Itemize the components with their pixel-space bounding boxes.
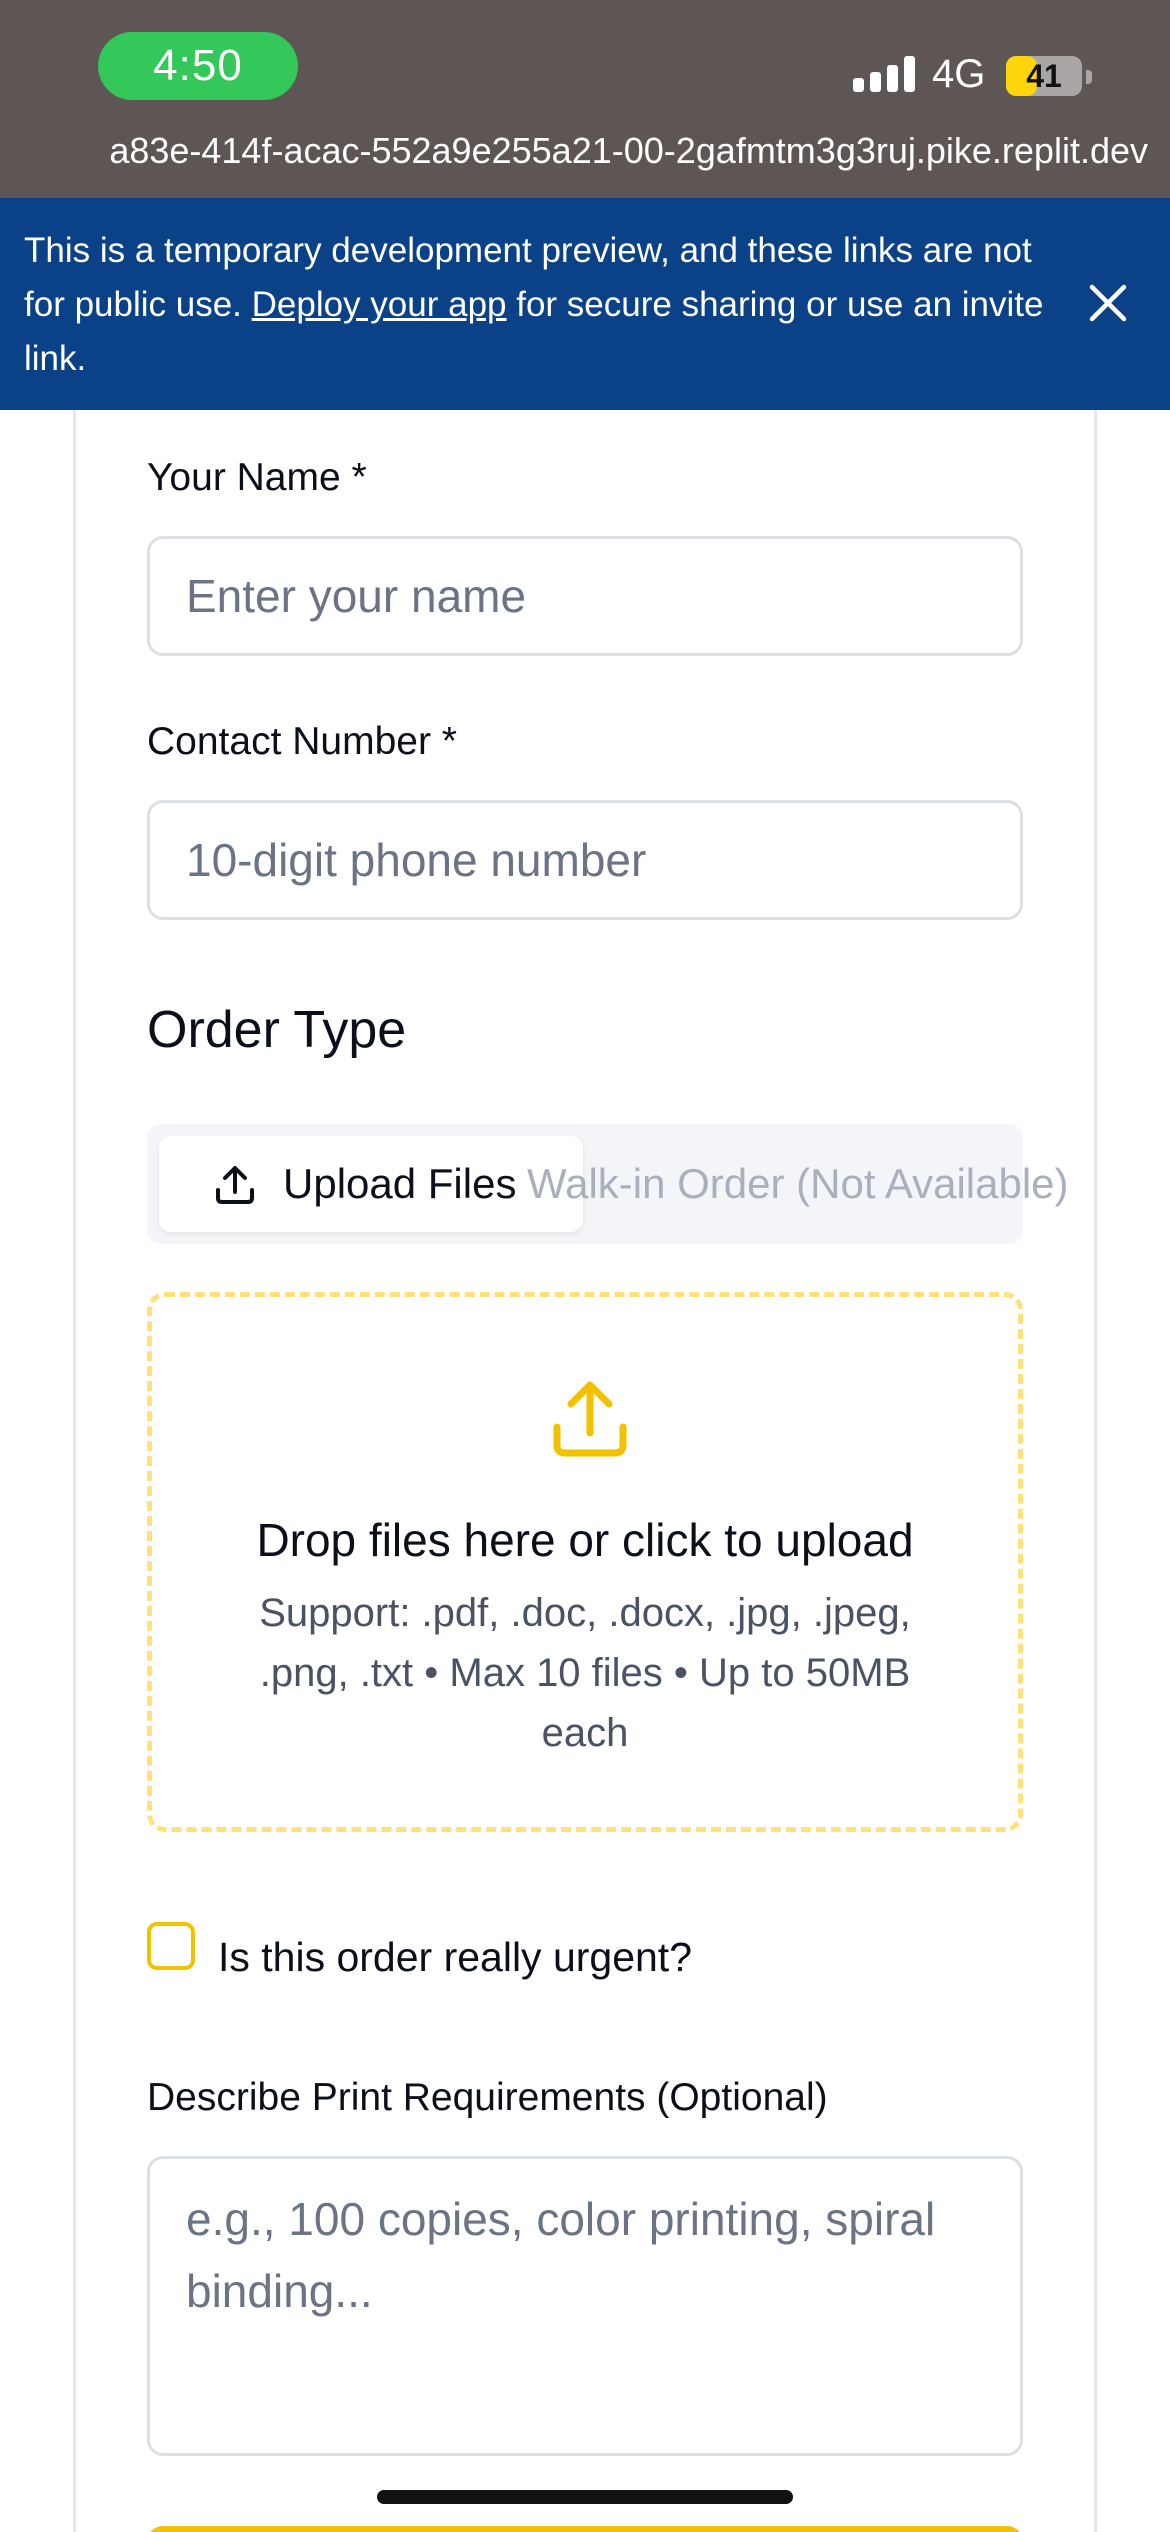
signal-icon	[853, 56, 915, 92]
order-type-tabs: Upload Files Walk-in Order (Not Availabl…	[147, 1124, 1069, 1244]
file-dropzone[interactable]: Drop files here or click to upload Suppo…	[147, 1292, 1023, 1832]
home-indicator	[377, 2490, 793, 2504]
dropzone-title: Drop files here or click to upload	[256, 1514, 914, 1566]
dev-preview-banner: This is a temporary development preview,…	[0, 198, 1170, 410]
status-time: 4:50	[98, 32, 298, 100]
name-label: Your Name *	[147, 456, 367, 499]
contact-label: Contact Number *	[147, 720, 457, 763]
order-type-heading: Order Type	[147, 1001, 407, 1059]
urgent-label[interactable]: Is this order really urgent?	[218, 1934, 692, 1981]
upload-icon	[553, 1381, 627, 1457]
submit-button[interactable]	[147, 2526, 1023, 2532]
requirements-label: Describe Print Requirements (Optional)	[147, 2076, 828, 2119]
requirements-textarea[interactable]	[147, 2156, 1023, 2456]
battery-cap	[1086, 70, 1092, 84]
tab-upload-label: Upload Files	[283, 1160, 517, 1207]
deploy-app-link[interactable]: Deploy your app	[252, 285, 507, 324]
tab-upload-files[interactable]: Upload Files	[159, 1136, 583, 1232]
urgent-checkbox[interactable]	[147, 1922, 195, 1970]
battery-level: 41	[1026, 57, 1062, 94]
tab-walk-in-order: Walk-in Order (Not Available)	[527, 1160, 1069, 1207]
browser-chrome: 4:50 4G 41 a83e-414f-acac-552a9e255a21-0…	[0, 0, 1170, 198]
network-type: 4G	[932, 52, 986, 96]
upload-icon	[216, 1166, 254, 1204]
address-bar[interactable]: a83e-414f-acac-552a9e255a21-00-2gafmtm3g…	[0, 130, 1170, 172]
contact-number-input[interactable]	[147, 800, 1023, 920]
close-icon[interactable]	[1086, 281, 1130, 325]
dropzone-subtitle: Support: .pdf, .doc, .docx, .jpg, .jpeg,…	[259, 1591, 911, 1755]
name-input[interactable]	[147, 536, 1023, 656]
battery-icon: 41	[1006, 56, 1082, 96]
